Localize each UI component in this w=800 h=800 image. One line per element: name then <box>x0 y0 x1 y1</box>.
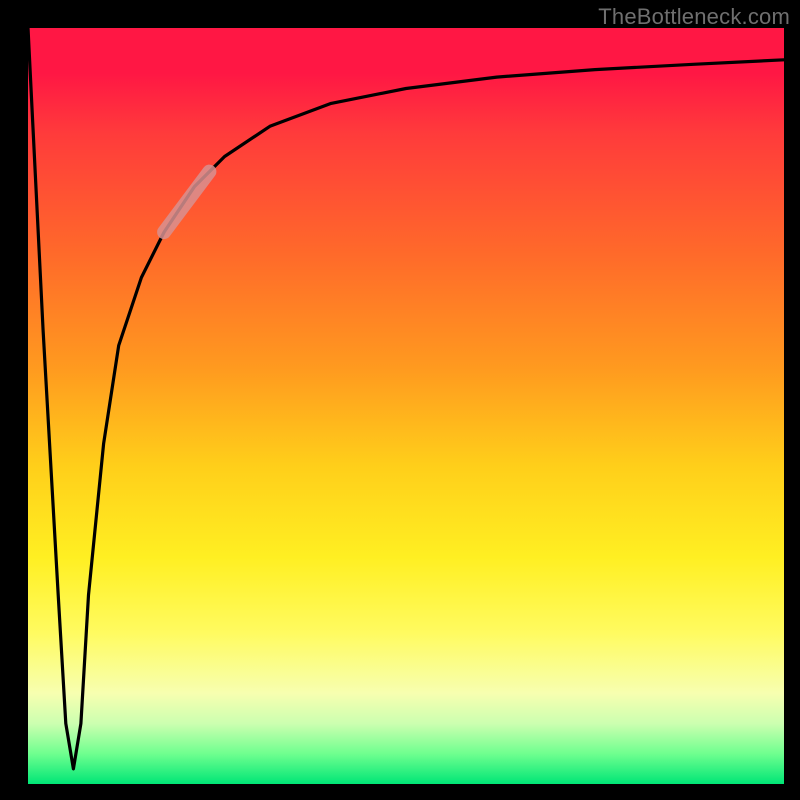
curve-highlight <box>164 172 209 233</box>
watermark-text: TheBottleneck.com <box>598 4 790 30</box>
plot-area <box>28 28 784 784</box>
curve-path <box>28 28 784 769</box>
chart-frame: TheBottleneck.com <box>0 0 800 800</box>
bottleneck-curve <box>28 28 784 784</box>
